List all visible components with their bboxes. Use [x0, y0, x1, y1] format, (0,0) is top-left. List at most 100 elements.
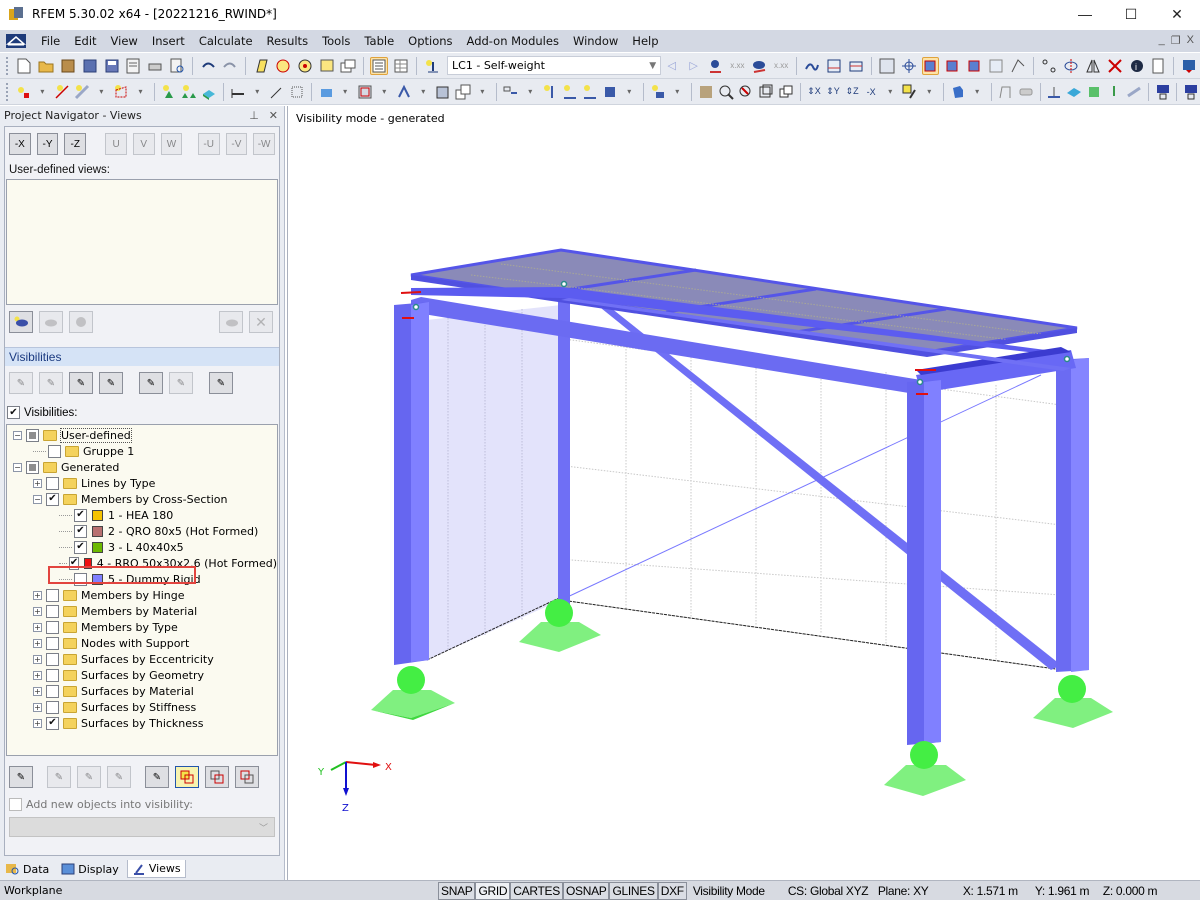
tree-checkbox[interactable] — [46, 700, 59, 714]
tab-display[interactable]: Display — [57, 860, 123, 878]
visibility-icon[interactable] — [902, 83, 918, 101]
union-visibility-button[interactable] — [175, 766, 199, 788]
dropdown-arrow-icon[interactable]: ▾ — [94, 83, 109, 101]
dropdown-arrow-icon[interactable]: ▾ — [475, 83, 490, 101]
wireframe-icon[interactable] — [758, 83, 774, 101]
menu-file[interactable]: File — [34, 34, 67, 48]
member-load-icon[interactable] — [562, 83, 578, 101]
grid-toggle[interactable]: GRID — [475, 881, 511, 900]
view-in-z-icon[interactable]: ⇕Z — [845, 83, 860, 101]
view-minus-v-button[interactable]: -V — [225, 133, 248, 155]
tree-item[interactable]: ✔ 1 - HEA 180 — [7, 507, 277, 523]
edit-view-button[interactable] — [39, 311, 63, 333]
tree-checkbox[interactable] — [46, 476, 59, 490]
member-hinge-icon[interactable] — [230, 83, 246, 101]
previous-load-case-icon[interactable]: ◁ — [663, 57, 681, 75]
generate-loads-icon[interactable] — [650, 83, 666, 101]
dlubal-logo-icon[interactable] — [6, 34, 26, 48]
tree-checkbox[interactable] — [26, 428, 39, 442]
tree-item[interactable]: − ✔ Members by Cross-Section — [7, 491, 277, 507]
undo-icon[interactable] — [199, 57, 217, 75]
view-minus-x-button[interactable]: -X — [9, 133, 31, 155]
eu-flag-2-icon[interactable] — [1183, 83, 1198, 101]
menu-insert[interactable]: Insert — [145, 34, 192, 48]
menu-results[interactable]: Results — [260, 34, 316, 48]
mdi-restore-button[interactable]: ❐ — [1171, 34, 1181, 47]
line-load-icon[interactable] — [582, 83, 598, 101]
tab-views[interactable]: Views — [126, 860, 186, 878]
dropdown-arrow-icon[interactable]: ▾ — [883, 83, 898, 101]
workplane-xy-icon[interactable] — [921, 56, 940, 75]
tree-item[interactable]: − Generated — [7, 459, 277, 475]
mdi-minimize-button[interactable]: _ — [1159, 34, 1165, 47]
save-icon[interactable] — [103, 57, 121, 75]
view-minus-u-button[interactable]: -U — [197, 133, 220, 155]
tree-item[interactable]: + Surfaces by Material — [7, 683, 277, 699]
view-minus-w-button[interactable]: -W — [253, 133, 275, 155]
expand-icon[interactable]: + — [33, 478, 42, 488]
result-line-icon[interactable] — [1126, 83, 1142, 101]
rwind-export-icon[interactable] — [1180, 57, 1198, 75]
tree-checkbox[interactable]: ✔ — [46, 492, 59, 506]
tree-checkbox[interactable] — [46, 636, 59, 650]
delete-all-views-button[interactable]: ✕ — [249, 311, 273, 333]
copy-view-button[interactable] — [69, 311, 93, 333]
snap-toggle[interactable]: SNAP — [438, 881, 476, 900]
dropdown-arrow-icon[interactable]: ▾ — [416, 83, 431, 101]
view-w-button[interactable]: W — [160, 133, 183, 155]
cross-section-icon[interactable] — [1018, 83, 1034, 101]
cartes-toggle[interactable]: CARTES — [510, 881, 563, 900]
nodal-load-icon[interactable] — [542, 83, 558, 101]
new-model-icon[interactable] — [252, 57, 270, 75]
divide-icon[interactable] — [1106, 57, 1124, 75]
visibility-select-button[interactable]: ✎ — [9, 372, 33, 394]
delete-view-button[interactable] — [219, 311, 243, 333]
tree-checkbox[interactable]: ✔ — [74, 508, 87, 522]
tree-checkbox[interactable] — [26, 460, 39, 474]
rotate-icon[interactable] — [1062, 57, 1080, 75]
tree-checkbox[interactable]: ✔ — [74, 540, 87, 554]
result-solid-icon[interactable] — [1086, 83, 1102, 101]
menu-table[interactable]: Table — [357, 34, 401, 48]
tree-checkbox[interactable]: ✔ — [74, 524, 87, 538]
redo-icon[interactable] — [221, 57, 239, 75]
isometric-icon[interactable] — [778, 83, 794, 101]
dimension-icon[interactable] — [1009, 57, 1027, 75]
tree-item[interactable]: ✔ 3 - L 40x40x5 — [7, 539, 277, 555]
eu-flag-icon[interactable] — [1155, 83, 1170, 101]
visibility-line-button[interactable]: ✎ — [69, 372, 93, 394]
toolbar-grip[interactable] — [6, 56, 9, 75]
show-results-icon[interactable] — [750, 57, 768, 75]
zoom-all-icon[interactable] — [738, 83, 754, 101]
menu-options[interactable]: Options — [401, 34, 459, 48]
menu-edit[interactable]: Edit — [67, 34, 103, 48]
result-table-icon[interactable] — [847, 57, 865, 75]
expand-icon[interactable]: + — [33, 686, 42, 696]
view-in-x-icon[interactable]: ⇕X — [806, 83, 821, 101]
tree-item[interactable]: + Nodes with Support — [7, 635, 277, 651]
model-check-icon[interactable] — [1149, 57, 1167, 75]
tree-item[interactable]: − User-defined — [7, 427, 277, 443]
new-file-icon[interactable] — [15, 57, 33, 75]
tree-item[interactable]: + Surfaces by Eccentricity — [7, 651, 277, 667]
copy-visibility-button[interactable]: ✎ — [77, 766, 101, 788]
menu-add-on-modules[interactable]: Add-on Modules — [460, 34, 566, 48]
select-by-hand-icon[interactable] — [698, 83, 714, 101]
solid-box-icon[interactable] — [435, 83, 451, 101]
dropdown-arrow-icon[interactable]: ▾ — [250, 83, 265, 101]
new-member-icon[interactable] — [74, 83, 90, 101]
new-surface-icon[interactable] — [113, 83, 129, 101]
view-in-minus-x-icon[interactable]: -X — [864, 83, 879, 101]
surface-support-icon[interactable] — [201, 83, 217, 101]
tree-checkbox[interactable] — [46, 684, 59, 698]
toolbar-grip[interactable] — [6, 82, 9, 101]
expand-icon[interactable]: + — [33, 654, 42, 664]
print-preview-icon[interactable] — [168, 57, 186, 75]
select-node-icon[interactable] — [274, 57, 292, 75]
collapse-icon[interactable]: − — [33, 494, 42, 504]
new-opening-icon[interactable] — [318, 83, 334, 101]
result-support-icon[interactable] — [1106, 83, 1122, 101]
apply-visibility-button[interactable]: ✎ — [145, 766, 169, 788]
new-line-icon[interactable] — [54, 83, 70, 101]
add-new-objects-checkbox[interactable] — [9, 798, 22, 811]
